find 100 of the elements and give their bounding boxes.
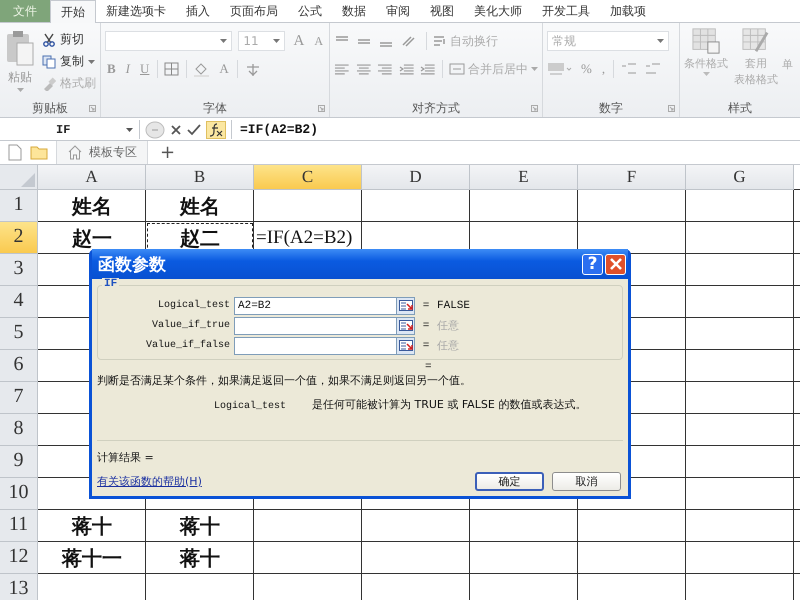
ribbon-tab[interactable]: 美化大师 — [464, 0, 532, 22]
borders-icon[interactable] — [164, 62, 180, 76]
new-file-icon[interactable] — [8, 144, 22, 161]
dialog-launcher-icon[interactable] — [89, 105, 96, 112]
fill-color-icon[interactable] — [193, 61, 212, 77]
row-header[interactable]: 7 — [0, 382, 38, 414]
merge-icon — [449, 63, 466, 75]
dialog-button[interactable]: 确定 — [475, 472, 544, 490]
ribbon-tab[interactable]: 插入 — [176, 0, 220, 22]
close-button[interactable] — [605, 254, 626, 274]
insert-function-button[interactable] — [206, 120, 226, 138]
column-header[interactable]: D — [362, 165, 470, 190]
cancel-icon[interactable] — [170, 124, 182, 136]
table-cell-text: =IF(A2=B2) — [255, 226, 354, 250]
align-icon[interactable] — [377, 63, 393, 75]
column-header[interactable]: G — [686, 165, 794, 190]
ribbon-tab[interactable]: 视图 — [420, 0, 464, 22]
row-header[interactable]: 9 — [0, 446, 38, 478]
dialog-launcher-icon[interactable] — [668, 105, 675, 112]
clipboard-button[interactable]: 剪切 — [42, 31, 96, 48]
equals-sign: = — [425, 361, 432, 373]
clipboard-icon — [5, 29, 35, 67]
range-select-icon — [398, 340, 412, 351]
argument-input-field[interactable] — [234, 336, 396, 354]
ribbon-tab[interactable]: 开始 — [50, 0, 96, 23]
table-cell-text: 蒋十 — [178, 544, 221, 572]
indent-icon[interactable] — [420, 63, 436, 75]
align-icon[interactable] — [334, 63, 350, 75]
table-cell-text: 姓名 — [178, 192, 221, 220]
row-header[interactable]: 5 — [0, 318, 38, 350]
row-header[interactable]: 4 — [0, 286, 38, 318]
indent-icon[interactable] — [398, 63, 414, 75]
caret-icon — [657, 39, 664, 43]
formula-field[interactable]: =IF(A2=B2) — [231, 120, 800, 139]
dialog-launcher-icon[interactable] — [318, 105, 325, 112]
column-header[interactable]: A — [38, 165, 146, 190]
ribbon-tab[interactable]: 审阅 — [376, 0, 420, 22]
row-header[interactable]: 3 — [0, 254, 38, 286]
column-header[interactable]: C — [254, 165, 362, 190]
name-box[interactable]: IF — [0, 120, 140, 139]
row-header[interactable]: 6 — [0, 350, 38, 382]
function-description: 判断是否满足某个条件，如果满足返回一个值，如果不满足则返回另一个值。 — [97, 374, 472, 388]
ribbon-tab[interactable]: 数据 — [332, 0, 376, 22]
help-link[interactable]: 有关该函数的帮助(H) — [97, 474, 202, 488]
ribbon-tab[interactable]: 公式 — [288, 0, 332, 22]
wrap-text-icon — [433, 35, 447, 47]
range-select-icon — [398, 320, 412, 331]
align-icon[interactable] — [356, 63, 372, 75]
row-header[interactable]: 11 — [0, 510, 38, 542]
argument-label: Value_if_false — [144, 340, 231, 351]
argument-label: Value_if_true — [150, 320, 231, 331]
close-icon — [608, 257, 622, 271]
help-button[interactable]: ? — [582, 254, 603, 274]
argument-result: 任意 — [437, 339, 459, 353]
equals-sign: = — [422, 300, 430, 312]
column-header[interactable]: F — [578, 165, 686, 190]
add-tab-button[interactable]: + — [156, 142, 180, 162]
argument-input-field[interactable]: A2=B2 — [234, 296, 396, 314]
font-name-dropdown[interactable] — [105, 31, 232, 51]
argument-name: Logical_test — [214, 401, 286, 412]
template-tab[interactable]: 模板专区 — [56, 141, 148, 164]
dialog-launcher-icon[interactable] — [531, 105, 538, 112]
collapse-dialog-button[interactable] — [396, 336, 415, 354]
argument-description: 是任何可能被计算为 TRUE 或 FALSE 的数值或表达式。 — [312, 397, 586, 412]
caret-icon — [16, 88, 24, 92]
table-cell-text: 蒋十 — [178, 512, 221, 540]
ribbon-tab[interactable]: 页面布局 — [220, 0, 288, 22]
caret-icon — [126, 128, 133, 132]
ribbon-tab[interactable]: 加载项 — [600, 0, 656, 22]
caret-icon — [702, 72, 710, 76]
ribbon-tab[interactable]: 新建选项卡 — [96, 0, 176, 22]
argument-result: 任意 — [437, 319, 459, 333]
folder-icon[interactable] — [30, 145, 48, 160]
column-header[interactable]: E — [470, 165, 578, 190]
splitter-icon[interactable] — [145, 120, 165, 138]
table-cell-text: 姓名 — [70, 192, 113, 220]
check-icon[interactable] — [187, 124, 201, 136]
row-header[interactable]: 10 — [0, 478, 38, 510]
currency-icon[interactable] — [547, 61, 573, 77]
row-header[interactable]: 1 — [0, 190, 38, 222]
dialog-button[interactable]: 取消 — [552, 472, 621, 490]
column-header[interactable]: B — [146, 165, 254, 190]
ribbon-tab[interactable]: 开发工具 — [532, 0, 600, 22]
copy-icon — [42, 54, 56, 68]
row-header[interactable]: 8 — [0, 414, 38, 446]
argument-input-field[interactable] — [234, 316, 396, 334]
row-header[interactable]: 2 — [0, 222, 38, 254]
group-label: 样式 — [728, 100, 752, 116]
row-header[interactable]: 13 — [0, 574, 38, 600]
table-cell-text: 赵一 — [70, 224, 113, 252]
formula-result: 计算结果 = — [97, 451, 154, 464]
group-label: 对齐方式 — [412, 100, 460, 116]
conditional-format-icon — [691, 27, 721, 55]
select-all-button[interactable] — [0, 165, 38, 190]
clipboard-button[interactable]: 复制 — [42, 53, 96, 70]
caret-icon — [531, 67, 538, 71]
collapse-dialog-button[interactable] — [396, 316, 415, 334]
caret-icon — [273, 39, 280, 43]
row-header[interactable]: 12 — [0, 542, 38, 574]
collapse-dialog-button[interactable] — [396, 296, 415, 314]
